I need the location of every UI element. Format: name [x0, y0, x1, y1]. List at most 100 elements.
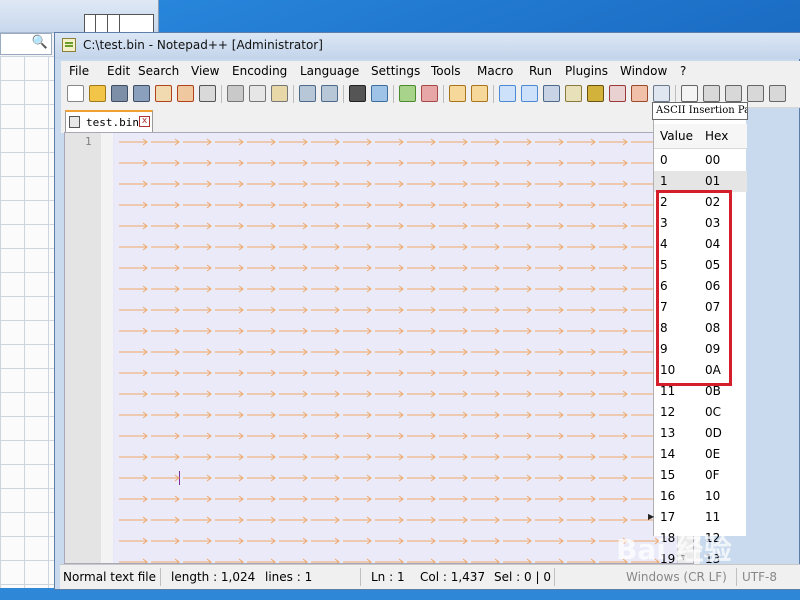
function-list-icon[interactable] [609, 85, 626, 102]
fold-margin[interactable] [101, 133, 113, 563]
tab-marker-row [119, 516, 660, 524]
ascii-value: 17 [660, 510, 676, 524]
ascii-hex: 06 [705, 279, 721, 293]
menu-run[interactable]: Run [529, 64, 552, 78]
tab-marker-row [119, 390, 660, 398]
menu-settings[interactable]: Settings [371, 64, 420, 78]
tab-marker-row [119, 369, 660, 377]
panel-title: ASCII Insertion Panel [652, 102, 748, 120]
new-file-icon[interactable] [67, 85, 84, 102]
ascii-value: 18 [660, 531, 676, 545]
menu-plugins[interactable]: Plugins [565, 64, 608, 78]
menu-view[interactable]: View [191, 64, 219, 78]
tab-marker-row [119, 222, 660, 230]
ascii-row[interactable]: 19 13 [654, 549, 747, 570]
column-hex-header[interactable]: Hex [705, 129, 728, 143]
play-macro-icon[interactable] [725, 85, 742, 102]
ascii-row[interactable]: 7 07 [654, 297, 747, 318]
folder-as-workspace-icon[interactable] [631, 85, 648, 102]
undo-icon[interactable] [299, 85, 316, 102]
tab-bar: test.bin x [61, 107, 693, 133]
ascii-row[interactable]: 4 04 [654, 234, 747, 255]
redo-icon[interactable] [321, 85, 338, 102]
column-value-header[interactable]: Value [660, 129, 693, 143]
notepadpp-app-icon[interactable] [62, 38, 76, 52]
ascii-row[interactable]: 14 0E [654, 444, 747, 465]
ascii-row[interactable]: 3 03 [654, 213, 747, 234]
editor-area[interactable]: 1 ≡ ▾ [64, 132, 694, 564]
tab-marker-row [119, 495, 660, 503]
background-search-box[interactable]: 🔍 [0, 33, 52, 55]
tab-test-bin[interactable]: test.bin x [65, 110, 153, 132]
menu-help[interactable]: ? [680, 64, 686, 78]
record-macro-icon[interactable] [681, 85, 698, 102]
copy-icon[interactable] [249, 85, 266, 102]
word-wrap-icon[interactable] [499, 85, 516, 102]
ascii-row[interactable]: 6 06 [654, 276, 747, 297]
ascii-row[interactable]: 15 0F [654, 465, 747, 486]
close-file-icon[interactable] [155, 85, 172, 102]
udl-icon[interactable] [565, 85, 582, 102]
monitoring-icon[interactable] [653, 85, 670, 102]
ascii-row[interactable]: 12 0C [654, 402, 747, 423]
ascii-hex: 08 [705, 321, 721, 335]
stop-macro-icon[interactable] [703, 85, 720, 102]
text-content[interactable] [115, 133, 679, 563]
menu-tools[interactable]: Tools [431, 64, 461, 78]
ascii-row[interactable]: 16 10 [654, 486, 747, 507]
panel-header: Value Hex [654, 124, 747, 149]
save-macro-icon[interactable] [769, 85, 786, 102]
ascii-row[interactable]: 1 01 [654, 171, 747, 192]
tab-marker-row [119, 537, 660, 545]
menu-window[interactable]: Window [620, 64, 667, 78]
ascii-row[interactable]: 8 08 [654, 318, 747, 339]
ascii-row[interactable]: 5 05 [654, 255, 747, 276]
zoom-out-icon[interactable] [421, 85, 438, 102]
menu-language[interactable]: Language [300, 64, 359, 78]
zoom-in-icon[interactable] [399, 85, 416, 102]
save-all-icon[interactable] [133, 85, 150, 102]
close-all-icon[interactable] [177, 85, 194, 102]
ascii-hex: 04 [705, 237, 721, 251]
ascii-value: 2 [660, 195, 668, 209]
show-all-characters-icon[interactable] [521, 85, 538, 102]
doc-map-icon[interactable] [587, 85, 604, 102]
ascii-row[interactable]: 18 12 [654, 528, 747, 549]
ascii-row[interactable]: 11 0B [654, 381, 747, 402]
ascii-row[interactable]: 17 11 [654, 507, 747, 528]
ascii-hex: 12 [705, 531, 721, 545]
ascii-value: 7 [660, 300, 668, 314]
ascii-hex: 09 [705, 342, 721, 356]
menu-macro[interactable]: Macro [477, 64, 513, 78]
indent-guide-icon[interactable] [543, 85, 560, 102]
sync-vertical-icon[interactable] [449, 85, 466, 102]
cut-icon[interactable] [227, 85, 244, 102]
ascii-row[interactable]: 0 00 [654, 150, 747, 171]
ascii-row[interactable]: 9 09 [654, 339, 747, 360]
menu-encoding[interactable]: Encoding [232, 64, 287, 78]
menu-file[interactable]: File [69, 64, 89, 78]
paste-icon[interactable] [271, 85, 288, 102]
tab-marker-row [119, 474, 660, 482]
replace-icon[interactable] [371, 85, 388, 102]
ascii-value: 8 [660, 321, 668, 335]
ascii-row[interactable]: 13 0D [654, 423, 747, 444]
play-multiple-macro-icon[interactable] [747, 85, 764, 102]
tab-marker-row [119, 558, 660, 563]
ascii-row[interactable]: 2 02 [654, 192, 747, 213]
print-icon[interactable] [199, 85, 216, 102]
tab-marker-row [119, 138, 660, 146]
ascii-hex: 07 [705, 300, 721, 314]
open-folder-icon[interactable] [89, 85, 106, 102]
tab-label: test.bin [86, 116, 139, 129]
sync-horizontal-icon[interactable] [471, 85, 488, 102]
close-tab-icon[interactable]: x [139, 116, 150, 127]
save-icon[interactable] [111, 85, 128, 102]
ascii-hex: 0E [705, 447, 721, 461]
menu-search[interactable]: Search [138, 64, 179, 78]
find-icon[interactable] [349, 85, 366, 102]
tab-marker-row [119, 201, 660, 209]
ascii-row[interactable]: 10 0A [654, 360, 747, 381]
tab-marker-row [119, 432, 660, 440]
menu-edit[interactable]: Edit [107, 64, 130, 78]
